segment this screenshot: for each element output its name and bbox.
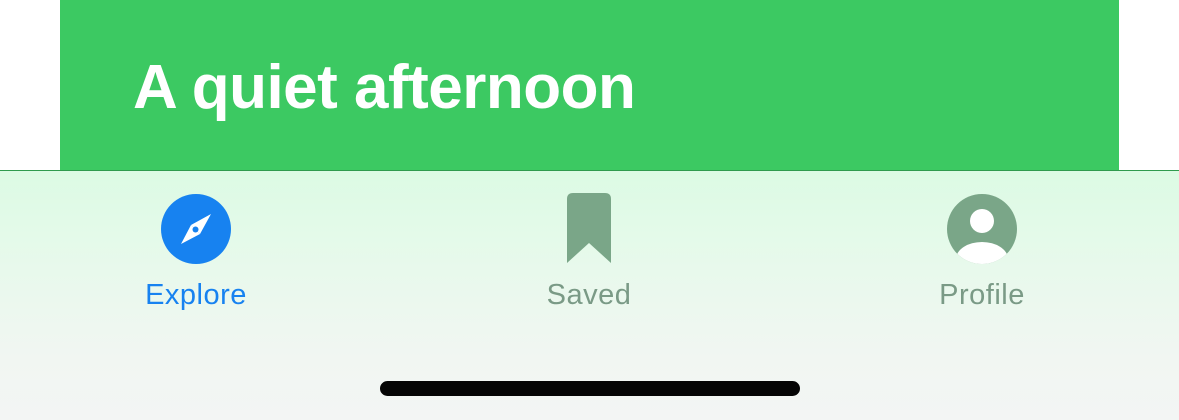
tab-saved[interactable]: Saved <box>469 193 709 323</box>
tab-explore[interactable]: Explore <box>76 193 316 323</box>
card-title: A quiet afternoon <box>133 53 636 122</box>
tab-profile[interactable]: Profile <box>862 193 1102 323</box>
tab-profile-label: Profile <box>939 279 1025 311</box>
tab-explore-label: Explore <box>145 279 247 311</box>
bookmark-icon <box>567 193 611 263</box>
content-card[interactable]: A quiet afternoon <box>60 0 1119 171</box>
home-indicator[interactable] <box>380 381 800 396</box>
tab-saved-label: Saved <box>546 279 632 311</box>
compass-icon <box>161 194 231 264</box>
app-screen: A quiet afternoon Explore Saved Profile <box>0 0 1179 420</box>
person-icon <box>947 194 1017 264</box>
